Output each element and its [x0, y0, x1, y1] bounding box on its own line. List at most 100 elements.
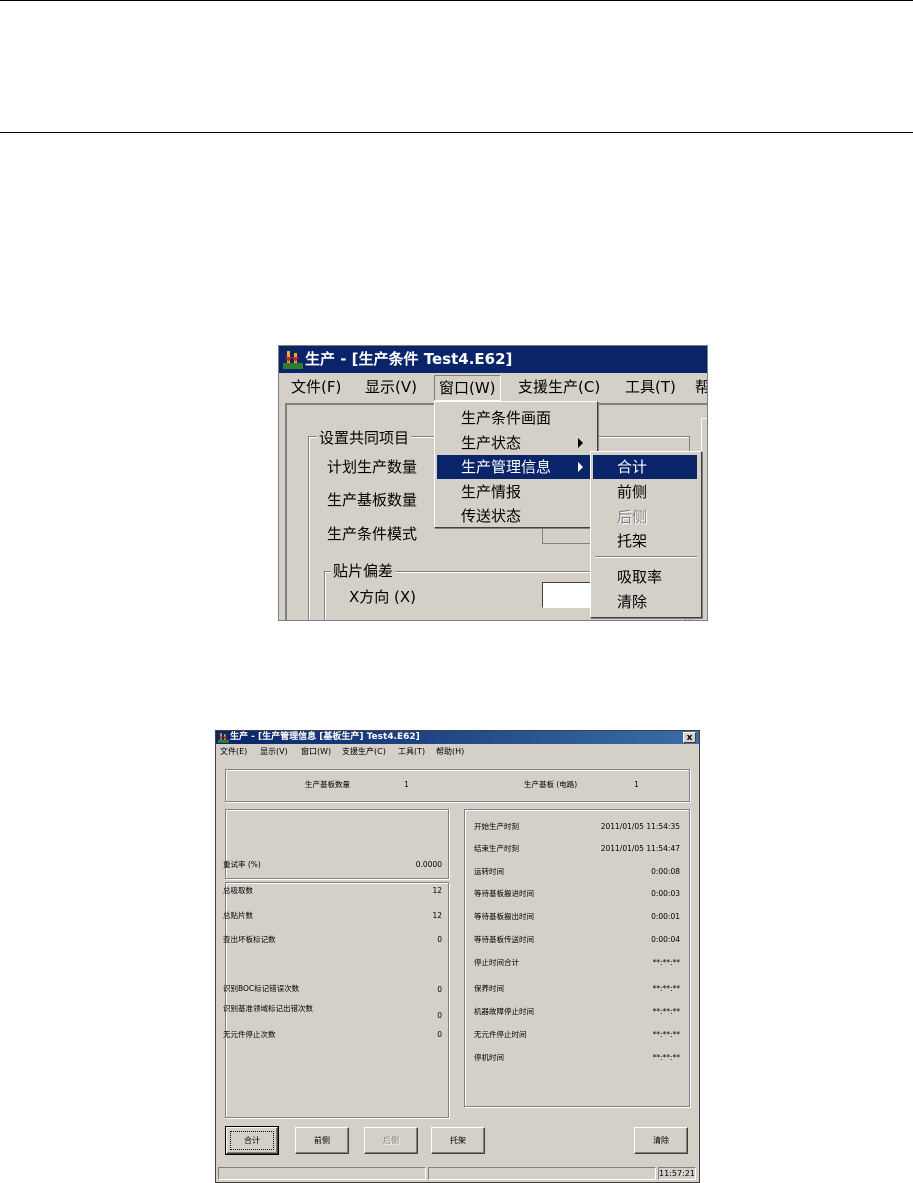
menu-bar: 文件(F) 显示(V) 窗口(W) 支援生产(C) 工具(T) 帮 [279, 373, 707, 401]
menu-item-transfer-status[interactable]: 传送状态 [461, 504, 521, 528]
submenu-item-clear[interactable]: 清除 [617, 590, 647, 614]
status-bar: 11:57:21 [216, 1165, 699, 1182]
submenu-item-front[interactable]: 前侧 [617, 480, 647, 504]
submenu-item-total[interactable]: 合计 [593, 455, 697, 479]
window-menu-dropdown: 生产条件画面 生产状态 生产管理信息 生产情报 传送状态 [434, 401, 598, 528]
clear-button[interactable]: 清除 [634, 1127, 688, 1154]
time-label: 等待基板搬出时间 [474, 912, 534, 921]
submenu-item-rear: 后侧 [617, 508, 648, 526]
x-direction-input[interactable] [542, 582, 594, 608]
menu-help[interactable]: 帮 [695, 373, 707, 401]
count-value: 0 [437, 1011, 442, 1020]
management-info-screenshot: 生产 - [生产管理信息 [基板生产] Test4.E62] x 文件(E) 显… [215, 730, 700, 1183]
menu-file[interactable]: 文件(F) [291, 373, 341, 401]
menu-window[interactable]: 窗口(W) [434, 375, 501, 401]
status-pane-left [218, 1167, 426, 1180]
menu-item-production-info[interactable]: 生产情报 [461, 480, 521, 504]
count-value: 0 [437, 1030, 442, 1039]
status-pane-middle [428, 1167, 656, 1180]
condition-mode-label: 生产条件模式 [327, 525, 418, 543]
time-value: 2011/01/05 11:54:35 [600, 822, 680, 831]
time-label: 等待基板传送时间 [474, 935, 534, 944]
count-label: 识别基准领域标记出错次数 [223, 1004, 313, 1013]
time-label: 等待基板搬进时间 [474, 889, 534, 898]
window-title: 生产 - [生产条件 Test4.E62] [305, 350, 513, 368]
menu-bar: 文件(E) 显示(V) 窗口(W) 支援生产(C) 工具(T) 帮助(H) [216, 745, 699, 758]
count-label: 无元件停止次数 [223, 1030, 276, 1039]
window-title: 生产 - [生产管理信息 [基板生产] Test4.E62] [230, 732, 420, 742]
menu-help[interactable]: 帮助(H) [436, 745, 464, 758]
menu-item-production-condition-screen[interactable]: 生产条件画面 [461, 406, 551, 430]
time-value: 2011/01/05 11:54:47 [600, 844, 680, 853]
count-label: 总贴片数 [223, 911, 253, 920]
time-label: 保养时间 [474, 984, 504, 993]
time-label: 机器故障停止时间 [474, 1007, 534, 1016]
menu-tools[interactable]: 工具(T) [398, 745, 425, 758]
menu-item-label: 生产管理信息 [461, 458, 552, 476]
menu-support-production[interactable]: 支援生产(C) [518, 373, 600, 401]
title-bar: 生产 - [生产条件 Test4.E62] [279, 346, 707, 373]
menu-view[interactable]: 显示(V) [260, 745, 288, 758]
retry-rate-value: 0.0000 [415, 860, 442, 869]
board-quantity-label: 生产基板数量 [327, 491, 418, 509]
menu-window[interactable]: 窗口(W) [301, 745, 331, 758]
board-count-value: 1 [404, 780, 409, 789]
time-label: 停止时间合计 [474, 958, 519, 967]
time-label: 开始生产时刻 [474, 822, 519, 831]
status-clock: 11:57:21 [658, 1167, 696, 1180]
menu-view[interactable]: 显示(V) [365, 373, 417, 401]
time-value: 0:00:03 [651, 889, 680, 898]
tray-button[interactable]: 托架 [431, 1127, 485, 1154]
menu-screenshot: 生产 - [生产条件 Test4.E62] 文件(F) 显示(V) 窗口(W) … [278, 345, 708, 621]
menu-file[interactable]: 文件(E) [220, 745, 247, 758]
close-button[interactable]: x [683, 732, 696, 743]
time-value: 0:00:04 [651, 935, 680, 944]
common-settings-title: 设置共同项目 [317, 427, 412, 448]
retry-rate-label: 重试率 (%) [223, 860, 261, 869]
management-info-submenu: 合计 前侧 后侧 托架 吸取率 清除 [590, 451, 702, 618]
focus-rect [230, 1131, 274, 1150]
time-label: 停机时间 [474, 1053, 504, 1062]
header-rule-top [0, 0, 913, 1]
menu-support-production[interactable]: 支援生产(C) [342, 745, 386, 758]
submenu-item-tray[interactable]: 托架 [617, 529, 647, 553]
time-label: 无元件停止时间 [474, 1030, 527, 1039]
total-button[interactable]: 合计 [225, 1126, 279, 1155]
count-value: 0 [437, 985, 442, 994]
time-value: 0:00:08 [651, 867, 680, 876]
count-label: 查出坏板标记数 [223, 935, 276, 944]
time-label: 结束生产时刻 [474, 844, 519, 853]
time-value: **:**:** [652, 958, 680, 967]
app-icon [218, 733, 229, 743]
planned-quantity-label: 计划生产数量 [327, 458, 418, 476]
placement-offset-title: 贴片偏差 [331, 560, 396, 581]
right-panel-edge [701, 418, 707, 620]
menu-item-production-status[interactable]: 生产状态 [461, 431, 521, 455]
submenu-item-pickup-rate[interactable]: 吸取率 [617, 565, 662, 589]
front-button[interactable]: 前侧 [295, 1127, 349, 1154]
count-label: 总吸取数 [223, 886, 253, 895]
count-value: 12 [432, 886, 442, 895]
count-value: 12 [432, 911, 442, 920]
time-value: **:**:** [652, 1030, 680, 1039]
title-bar: 生产 - [生产管理信息 [基板生产] Test4.E62] x [216, 731, 699, 744]
submenu-arrow-icon [578, 438, 583, 448]
count-value: 0 [437, 935, 442, 944]
time-label: 运转时间 [474, 867, 504, 876]
app-icon [283, 351, 303, 369]
board-circuit-value: 1 [634, 780, 639, 789]
menu-tools[interactable]: 工具(T) [625, 373, 676, 401]
menu-item-production-management-info[interactable]: 生产管理信息 [437, 455, 593, 479]
board-circuit-label: 生产基板 (电路) [524, 780, 578, 789]
time-value: **:**:** [652, 984, 680, 993]
submenu-arrow-icon [578, 462, 583, 472]
header-rule-bottom [0, 132, 913, 133]
rear-button: 后侧 [364, 1127, 418, 1154]
condition-mode-value [542, 526, 594, 544]
time-value: 0:00:01 [651, 912, 680, 921]
board-count-label: 生产基板数量 [305, 780, 350, 789]
summary-box [225, 769, 690, 802]
time-value: **:**:** [652, 1053, 680, 1062]
menu-separator [595, 556, 697, 558]
time-value: **:**:** [652, 1007, 680, 1016]
